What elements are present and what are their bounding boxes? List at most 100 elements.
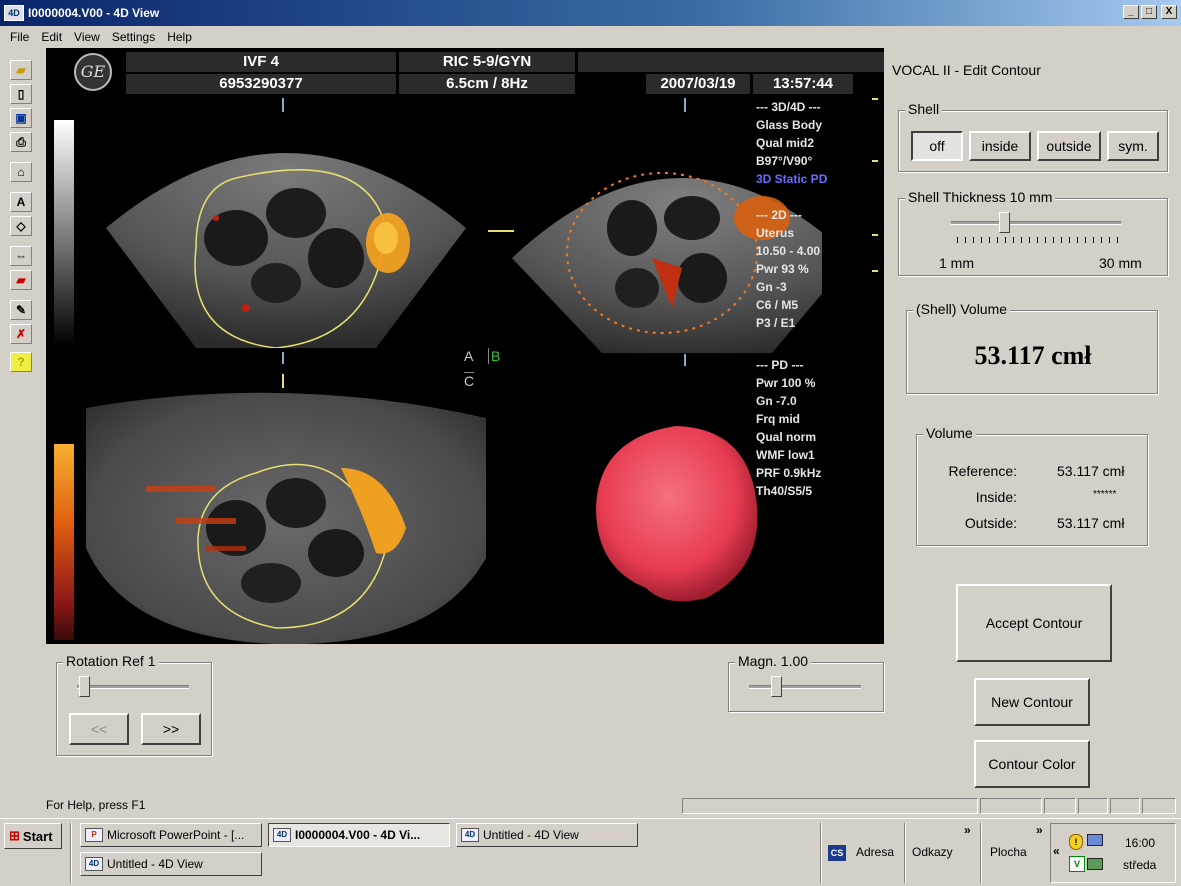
param-line: Glass Body (756, 118, 823, 132)
close-button[interactable]: X (1161, 5, 1177, 19)
task-powerpoint[interactable]: P Microsoft PowerPoint - [... (80, 823, 262, 847)
image-header: GE IVF 4 6953290377 RIC 5-9/GYN 6.5cm / … (46, 48, 884, 96)
restore-button[interactable]: □ (1141, 5, 1157, 19)
menu-settings[interactable]: Settings (106, 30, 161, 44)
help-icon[interactable]: ? (10, 352, 32, 372)
param-line: --- 2D --- (756, 208, 802, 222)
rotate-prev-button[interactable]: << (69, 713, 129, 745)
cs-icon[interactable]: CS (828, 845, 846, 861)
param-line: 3D Static PD (756, 172, 828, 186)
exam-date: 2007/03/19 (646, 74, 750, 94)
param-line: PRF 0.9kHz (756, 466, 822, 480)
magnification-slider-thumb[interactable] (771, 676, 782, 697)
thickness-slider-track[interactable] (951, 221, 1121, 225)
plane-label-a[interactable]: A (464, 348, 473, 364)
plane-label-b[interactable]: B (488, 348, 500, 364)
outside-value: 53.117 cmł (1057, 515, 1125, 531)
menu-file[interactable]: File (4, 30, 35, 44)
menu-help[interactable]: Help (161, 30, 198, 44)
print-icon[interactable]: ⎙ (10, 132, 32, 152)
text-annotation-icon[interactable]: A (10, 192, 32, 212)
security-shield-icon[interactable]: ! (1069, 834, 1083, 850)
vocal-title: VOCAL II - Edit Contour (892, 62, 1041, 78)
param-line: Gn -3 (756, 280, 787, 294)
thickness-ticks (957, 237, 1119, 243)
menu-edit[interactable]: Edit (35, 30, 68, 44)
links-toolbar[interactable]: Odkazy (912, 845, 953, 859)
powerpoint-icon: P (85, 828, 103, 842)
rotation-slider-thumb[interactable] (79, 676, 90, 697)
taskbar-separator (904, 823, 906, 883)
task-label: I0000004.V00 - 4D Vi... (295, 828, 421, 842)
plane-b-side-marker (488, 230, 514, 232)
task-4dview-untitled[interactable]: 4D Untitled - 4D View (456, 823, 638, 847)
clock-day: středa (1123, 858, 1157, 872)
task-4dview-active[interactable]: 4D I0000004.V00 - 4D Vi... (268, 823, 450, 847)
depth-tick (872, 98, 878, 100)
volume-label: Volume (923, 425, 976, 441)
save-icon[interactable]: ▣ (10, 108, 32, 128)
param-line: C6 / M5 (756, 298, 799, 312)
display-icon[interactable] (1087, 858, 1103, 870)
open-folder-icon[interactable]: ▰ (10, 60, 32, 80)
shell-outside-button[interactable]: outside (1037, 131, 1101, 161)
thickness-slider-thumb[interactable] (998, 212, 1010, 233)
plane-c-image[interactable] (86, 378, 486, 644)
taskbar-separator (70, 823, 72, 883)
params-pd: --- PD --- Pwr 100 % Gn -7.0 Frq mid Qua… (756, 356, 821, 500)
plane-a-image[interactable] (86, 108, 506, 348)
4dview-icon: 4D (461, 828, 479, 842)
status-cell (1142, 798, 1176, 814)
inside-value: ****** (1093, 489, 1117, 500)
shell-inside-button[interactable]: inside (969, 131, 1031, 161)
eraser-icon[interactable]: ▰ (10, 270, 32, 290)
status-cell (1044, 798, 1076, 814)
address-toolbar[interactable]: Adresa (856, 845, 894, 859)
desktop-toolbar[interactable]: Plocha (990, 845, 1027, 859)
depth-tick (872, 270, 878, 272)
desktop-chevron-icon[interactable]: » (1036, 823, 1043, 837)
links-chevron-icon[interactable]: » (964, 823, 971, 837)
param-line: Gn -7.0 (756, 394, 797, 408)
task-4dview-untitled-2[interactable]: 4D Untitled - 4D View (80, 852, 262, 876)
clock-time[interactable]: 16:00 (1125, 836, 1155, 850)
rotation-group: Rotation Ref 1 << >> (56, 653, 212, 756)
menu-view[interactable]: View (68, 30, 106, 44)
accept-contour-button[interactable]: Accept Contour (956, 584, 1112, 662)
window-title: I0000004.V00 - 4D View (28, 6, 160, 20)
rotation-label: Rotation Ref 1 (63, 653, 159, 669)
rotate-next-button[interactable]: >> (141, 713, 201, 745)
status-cell (1078, 798, 1108, 814)
new-file-icon[interactable]: ▯ (10, 84, 32, 104)
shell-off-button[interactable]: off (911, 131, 963, 161)
status-cell (980, 798, 1042, 814)
patient-name: IVF 4 (126, 52, 396, 72)
network-icon[interactable] (1087, 834, 1103, 846)
arrow-icon[interactable]: ⇔ (10, 246, 32, 266)
ge-logo: GE (74, 53, 112, 91)
param-line: B97°/V90° (756, 154, 813, 168)
param-line: --- 3D/4D --- (756, 100, 821, 114)
probe-settings: 6.5cm / 8Hz (399, 74, 575, 94)
antivirus-icon[interactable]: V (1069, 856, 1085, 872)
magnification-slider-track[interactable] (749, 685, 861, 689)
volume-render[interactable] (586, 418, 776, 608)
measure-icon[interactable]: ✎ (10, 300, 32, 320)
patient-id: 6953290377 (126, 74, 396, 94)
new-contour-button[interactable]: New Contour (974, 678, 1090, 726)
plane-b-marker-bottom (684, 354, 686, 366)
shell-volume-value: 53.117 cmł (974, 341, 1092, 370)
rotation-slider-track[interactable] (77, 685, 189, 689)
contour-color-button[interactable]: Contour Color (974, 740, 1090, 788)
start-button[interactable]: ⊞ Start (4, 823, 62, 849)
tray-expand-icon[interactable]: « (1053, 844, 1060, 858)
home-icon[interactable]: ⌂ (10, 162, 32, 182)
shell-sym-button[interactable]: sym. (1107, 131, 1159, 161)
minimize-button[interactable]: _ (1123, 5, 1139, 19)
delete-measure-icon[interactable]: ✗ (10, 324, 32, 344)
rotate-icon[interactable]: ◇ (10, 216, 32, 236)
plane-a-marker-top (282, 98, 284, 112)
outside-label: Outside: (964, 515, 1017, 531)
image-viewport[interactable]: GE IVF 4 6953290377 RIC 5-9/GYN 6.5cm / … (46, 48, 884, 644)
shell-thickness-group: Shell Thickness 10 mm 1 mm 30 mm (898, 189, 1168, 276)
